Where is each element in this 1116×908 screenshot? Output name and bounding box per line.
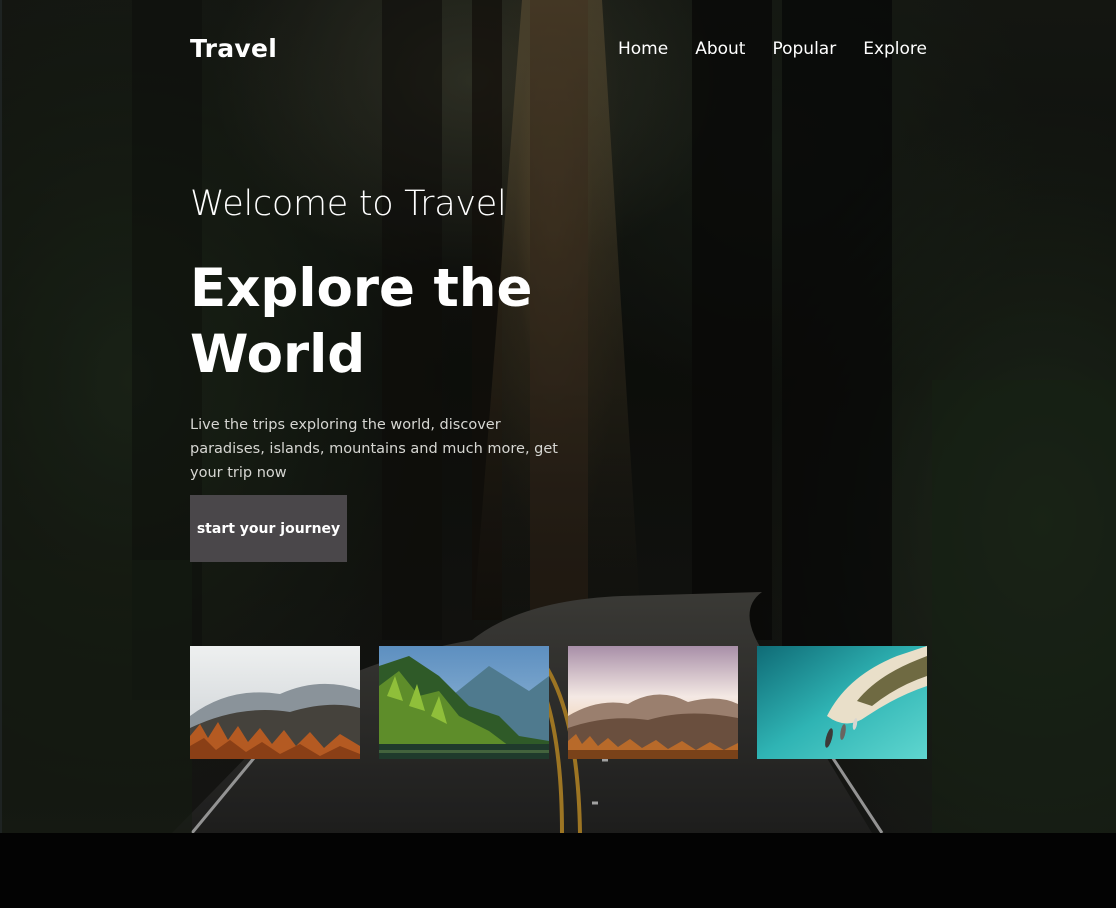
sunset-mountains-image: [568, 646, 738, 759]
headline-line-1: Explore the: [190, 258, 533, 319]
gallery-thumb-autumn-forest[interactable]: [190, 646, 360, 759]
hero-headline: Explore the World: [190, 256, 610, 388]
hero-description: Live the trips exploring the world, disc…: [190, 417, 558, 481]
welcome-subtitle: Welcome to Travel: [190, 184, 507, 224]
main-nav: Home About Popular Explore: [618, 39, 927, 59]
gallery-thumb-tropical-island[interactable]: [757, 646, 927, 759]
site-header: Travel Home About Popular Explore: [190, 30, 927, 70]
site-logo[interactable]: Travel: [190, 34, 277, 63]
nav-link-popular[interactable]: Popular: [772, 39, 836, 59]
start-journey-button[interactable]: start your journey: [190, 495, 347, 562]
gallery-thumb-sunset-mountains[interactable]: [568, 646, 738, 759]
destination-gallery: [190, 646, 927, 759]
tropical-island-image: [757, 646, 927, 759]
nav-link-home[interactable]: Home: [618, 39, 668, 59]
nav-link-explore[interactable]: Explore: [863, 39, 927, 59]
nav-link-about[interactable]: About: [695, 39, 745, 59]
gallery-thumb-green-lake[interactable]: [379, 646, 549, 759]
headline-line-2: World: [190, 324, 366, 385]
footer-band: [0, 833, 1116, 908]
autumn-forest-image: [190, 646, 360, 759]
green-lake-image: [379, 646, 549, 759]
page: Travel Home About Popular Explore Welcom…: [0, 0, 1116, 908]
